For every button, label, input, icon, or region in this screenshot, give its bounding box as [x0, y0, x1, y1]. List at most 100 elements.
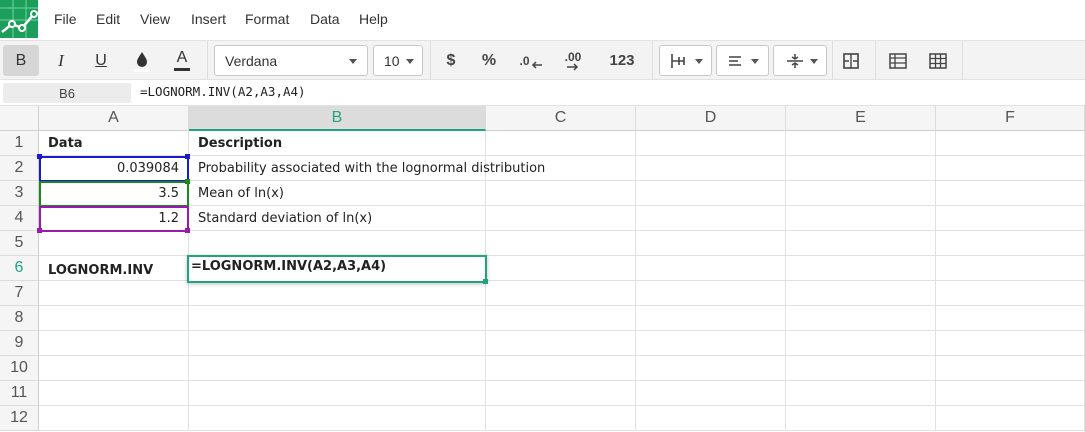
text-color-button[interactable]: A [164, 45, 200, 76]
decrease-decimals-button[interactable]: .0 [512, 45, 550, 76]
freeze-columns-button[interactable] [921, 45, 955, 76]
row-header-8[interactable]: 8 [0, 306, 39, 331]
cell-e10[interactable] [786, 356, 936, 381]
cell-c2[interactable] [486, 156, 636, 181]
cell-c10[interactable] [486, 356, 636, 381]
cell-d12[interactable] [636, 406, 786, 431]
menu-file[interactable]: File [54, 11, 77, 27]
cell-a3[interactable]: 3.5 [39, 181, 189, 206]
cell-c9[interactable] [486, 331, 636, 356]
cell-f4[interactable] [936, 206, 1085, 231]
menu-insert[interactable]: Insert [191, 11, 226, 27]
borders-select[interactable] [659, 45, 712, 76]
cell-c12[interactable] [486, 406, 636, 431]
app-logo-icon[interactable] [0, 0, 38, 38]
cell-f1[interactable] [936, 131, 1085, 156]
cell-b12[interactable] [189, 406, 486, 431]
cell-e6[interactable] [786, 256, 936, 281]
cell-e2[interactable] [786, 156, 936, 181]
cell-d6[interactable] [636, 256, 786, 281]
menu-view[interactable]: View [140, 11, 170, 27]
row-header-12[interactable]: 12 [0, 406, 39, 431]
cell-d9[interactable] [636, 331, 786, 356]
cell-c11[interactable] [486, 381, 636, 406]
cell-a2[interactable]: 0.039084 [39, 156, 189, 181]
vertical-align-select[interactable] [773, 45, 827, 76]
font-family-select[interactable]: Verdana [214, 45, 368, 76]
cell-f10[interactable] [936, 356, 1085, 381]
underline-button[interactable]: U [83, 45, 119, 76]
cell-f3[interactable] [936, 181, 1085, 206]
column-header-e[interactable]: E [786, 106, 936, 131]
row-header-4[interactable]: 4 [0, 206, 39, 231]
cell-a5[interactable] [39, 231, 189, 256]
menu-format[interactable]: Format [245, 11, 289, 27]
row-header-11[interactable]: 11 [0, 381, 39, 406]
cell-b7[interactable] [189, 281, 486, 306]
cell-c6[interactable] [486, 256, 636, 281]
cell-a11[interactable] [39, 381, 189, 406]
menu-help[interactable]: Help [359, 11, 388, 27]
cell-f7[interactable] [936, 281, 1085, 306]
menu-edit[interactable]: Edit [96, 11, 120, 27]
cell-e9[interactable] [786, 331, 936, 356]
cell-editor-b6[interactable]: =LOGNORM.INV(A2,A3,A4) [187, 255, 487, 283]
row-header-7[interactable]: 7 [0, 281, 39, 306]
row-header-6[interactable]: 6 [0, 256, 39, 281]
cell-e11[interactable] [786, 381, 936, 406]
column-header-b[interactable]: B [189, 106, 486, 131]
cell-b2[interactable]: Probability associated with the lognorma… [189, 156, 545, 181]
column-header-a[interactable]: A [39, 106, 189, 131]
cell-a1[interactable]: Data [39, 131, 189, 156]
cell-f8[interactable] [936, 306, 1085, 331]
cell-f12[interactable] [936, 406, 1085, 431]
reference-handle[interactable] [185, 228, 190, 233]
cell-b10[interactable] [189, 356, 486, 381]
row-header-9[interactable]: 9 [0, 331, 39, 356]
cell-d4[interactable] [636, 206, 786, 231]
cell-c5[interactable] [486, 231, 636, 256]
currency-button[interactable]: $ [433, 45, 469, 76]
cell-d5[interactable] [636, 231, 786, 256]
row-header-2[interactable]: 2 [0, 156, 39, 181]
cell-a4[interactable]: 1.2 [39, 206, 189, 231]
reference-handle[interactable] [37, 154, 42, 159]
column-header-d[interactable]: D [636, 106, 786, 131]
cell-d11[interactable] [636, 381, 786, 406]
cell-f9[interactable] [936, 331, 1085, 356]
cell-a7[interactable] [39, 281, 189, 306]
cell-f6[interactable] [936, 256, 1085, 281]
menu-data[interactable]: Data [310, 11, 340, 27]
cell-e8[interactable] [786, 306, 936, 331]
cell-f5[interactable] [936, 231, 1085, 256]
reference-handle[interactable] [185, 154, 190, 159]
cell-d3[interactable] [636, 181, 786, 206]
fill-handle[interactable] [483, 279, 488, 284]
select-all-corner[interactable] [0, 106, 39, 131]
fill-color-button[interactable] [124, 45, 160, 76]
cell-e4[interactable] [786, 206, 936, 231]
cell-b5[interactable] [189, 231, 486, 256]
cell-d8[interactable] [636, 306, 786, 331]
increase-decimals-button[interactable]: .00 [553, 45, 593, 76]
bold-button[interactable]: B [3, 45, 39, 76]
freeze-rows-button[interactable] [881, 45, 915, 76]
cell-c1[interactable] [486, 131, 636, 156]
italic-button[interactable]: I [43, 45, 79, 76]
cell-b9[interactable] [189, 331, 486, 356]
cell-f11[interactable] [936, 381, 1085, 406]
row-header-3[interactable]: 3 [0, 181, 39, 206]
font-size-select[interactable]: 10 [373, 45, 423, 76]
cell-b8[interactable] [189, 306, 486, 331]
formula-input[interactable]: =LOGNORM.INV(A2,A3,A4) [140, 84, 306, 99]
cell-a6[interactable]: LOGNORM.INV [39, 256, 189, 281]
row-header-10[interactable]: 10 [0, 356, 39, 381]
row-header-5[interactable]: 5 [0, 231, 39, 256]
cell-d2[interactable] [636, 156, 786, 181]
cell-c3[interactable] [486, 181, 636, 206]
cell-e5[interactable] [786, 231, 936, 256]
merge-cells-button[interactable] [834, 45, 868, 76]
cell-a9[interactable] [39, 331, 189, 356]
cell-a8[interactable] [39, 306, 189, 331]
cell-c4[interactable] [486, 206, 636, 231]
